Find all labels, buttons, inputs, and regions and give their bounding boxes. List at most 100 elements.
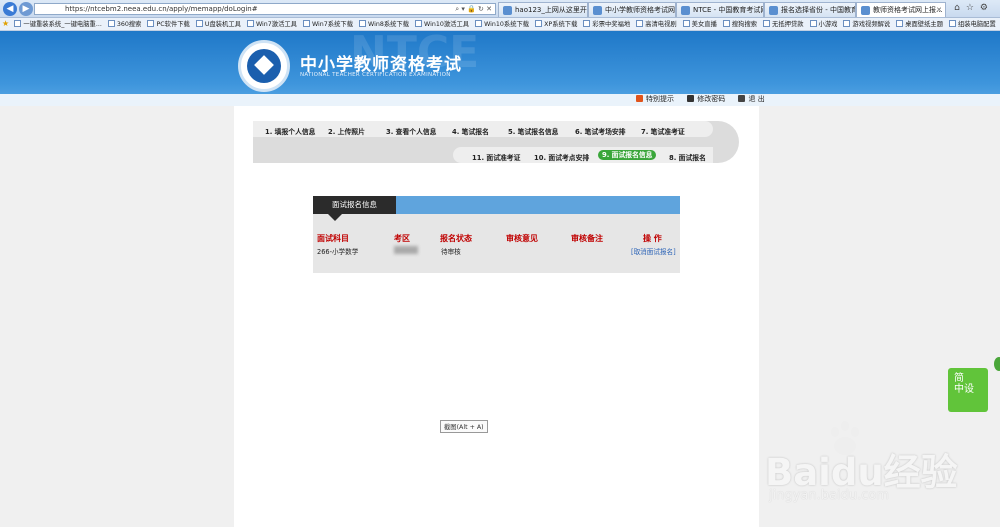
favorite-link[interactable]: 高清电视剧: [636, 18, 677, 30]
favorite-link[interactable]: 桌面壁纸主题: [896, 18, 943, 30]
panel-tab-pointer-icon: [328, 214, 342, 221]
tab-favicon-icon: [503, 6, 512, 15]
tips-label: 特别提示: [646, 95, 674, 103]
favorite-label: 组装电脑配置: [957, 21, 996, 28]
favorite-label: Win7激活工具: [255, 21, 297, 28]
logout-link[interactable]: 退 出: [738, 95, 765, 103]
page-icon: [14, 20, 22, 27]
tab-label: hao123_上网从这里开始: [515, 6, 588, 14]
address-tools-icon[interactable]: ⌕ ▾ 🔒 ↻ ✕: [455, 4, 492, 14]
page-icon: [415, 20, 423, 27]
favorite-link[interactable]: U盘装机工具: [195, 18, 241, 30]
tab-ntce[interactable]: NTCE - 中国教育考试网: [676, 2, 764, 17]
step-2[interactable]: 2. 上传照片: [328, 126, 365, 136]
address-bar[interactable]: https://ntcebm2.neea.edu.cn/apply/memapp…: [34, 3, 496, 15]
favorite-label: 游戏视频解说: [852, 21, 891, 28]
step-4[interactable]: 4. 笔试报名: [452, 126, 489, 136]
favorite-label: 高清电视剧: [645, 21, 677, 28]
page-icon: [147, 20, 155, 27]
alert-icon: [636, 95, 643, 102]
favorite-label: 彩票中奖福地: [592, 21, 631, 28]
favorite-label: Win10激活工具: [424, 21, 470, 28]
tab-apply[interactable]: 教师资格考试网上报... ✕: [856, 2, 946, 17]
page-icon: [948, 20, 956, 27]
favorite-link[interactable]: 无抵押贷款: [763, 18, 804, 30]
favorite-link[interactable]: 小游戏: [809, 18, 837, 30]
page-icon: [195, 20, 203, 27]
col-status: 报名状态: [440, 234, 472, 243]
tab-favicon-icon: [769, 6, 778, 15]
favorite-label: Win7系统下载: [311, 21, 353, 28]
screenshot-tooltip: 截图(Alt + A): [440, 420, 488, 433]
baidu-url: jingyan.baidu.com: [769, 488, 889, 503]
step-7[interactable]: 7. 笔试准考证: [641, 126, 685, 136]
site-header: NTCE 中小学教师资格考试 NATIONAL TEACHER CERTIFIC…: [0, 31, 1000, 106]
favorite-link[interactable]: 一键重装系统_一键电脑重...: [14, 18, 102, 30]
favorite-link[interactable]: Win10系统下载: [475, 18, 529, 30]
tab-label: 报名选择省份 - 中国教育...: [781, 6, 855, 14]
favorite-link[interactable]: Win7激活工具: [246, 18, 297, 30]
favorite-link[interactable]: 360搜索: [107, 18, 141, 30]
col-remark: 审核备注: [571, 234, 603, 243]
tab-hao123[interactable]: hao123_上网从这里开始: [498, 2, 588, 17]
cell-subject: 266-小学数学: [317, 248, 359, 256]
forward-button[interactable]: ▶: [19, 2, 33, 16]
tab-favicon-icon: [593, 6, 602, 15]
tab-label: 教师资格考试网上报...: [873, 6, 943, 14]
step-11[interactable]: 11. 面试准考证: [472, 152, 520, 162]
side-widget-line2: 中设: [954, 384, 974, 395]
step-8[interactable]: 8. 面试报名: [669, 152, 706, 162]
favorite-label: Win8系统下载: [368, 21, 410, 28]
favorite-link[interactable]: 游戏视频解说: [843, 18, 891, 30]
favorite-label: XP系统下载: [544, 21, 578, 28]
step-9-active[interactable]: 9. 面试报名信息: [598, 150, 657, 160]
page-icon: [682, 20, 690, 27]
password-link[interactable]: 修改密码: [687, 95, 725, 103]
favorites-bar: ★ 一键重装系统_一键电脑重... 360搜索 PC软件下载 U盘装机工具 Win7激活…: [0, 18, 1000, 31]
user-links: 特别提示 修改密码 退 出: [636, 94, 776, 104]
site-subtitle: NATIONAL TEACHER CERTIFICATION EXAMINATI…: [300, 72, 451, 78]
favorite-link[interactable]: XP系统下载: [535, 18, 578, 30]
page-icon: [722, 20, 730, 27]
step-1[interactable]: 1. 填报个人信息: [265, 126, 315, 136]
favorite-link[interactable]: PC软件下载: [147, 18, 190, 30]
page-icon: [583, 20, 591, 27]
tab-favicon-icon: [861, 6, 870, 15]
col-subject: 面试科目: [317, 234, 349, 243]
logout-label: 退 出: [748, 95, 765, 103]
side-widget[interactable]: 简中设: [948, 368, 988, 412]
favorite-link[interactable]: Win7系统下载: [302, 18, 353, 30]
favorite-link[interactable]: 组装电脑配置: [948, 18, 996, 30]
step-6[interactable]: 6. 笔试考场安排: [575, 126, 625, 136]
close-tab-icon[interactable]: ✕: [936, 3, 942, 17]
cancel-interview-link[interactable]: [取消面试报名]: [631, 246, 676, 256]
page-icon: [763, 20, 771, 27]
favorite-link[interactable]: Win10激活工具: [415, 18, 470, 30]
col-action: 操 作: [643, 234, 662, 243]
page-icon: [107, 20, 115, 27]
page-icon: [246, 20, 254, 27]
favorite-link[interactable]: Win8系统下载: [359, 18, 410, 30]
step-10[interactable]: 10. 面试考点安排: [534, 152, 589, 162]
side-widget-line1: 简: [954, 373, 964, 384]
favorite-label: 搜狗搜索: [731, 21, 758, 28]
back-button[interactable]: ◀: [3, 2, 17, 16]
browser-toolbar-icons[interactable]: ⌂☆⚙: [954, 3, 994, 13]
tab-ntce-site[interactable]: 中小学教师资格考试网 ...: [588, 2, 676, 17]
password-label: 修改密码: [697, 95, 726, 103]
baidu-watermark: Baidu经验 jingyan.baidu.com: [765, 420, 995, 525]
favorite-link[interactable]: 搜狗搜索: [722, 18, 758, 30]
header-lower-band: [0, 94, 1000, 106]
tips-link[interactable]: 特别提示: [636, 95, 674, 103]
favorite-link[interactable]: 美女直播: [682, 18, 717, 30]
tab-label: 中小学教师资格考试网 ...: [605, 6, 675, 14]
edge-float-button[interactable]: [994, 357, 1000, 371]
step-3[interactable]: 3. 查看个人信息: [386, 126, 436, 136]
page-icon: [896, 20, 904, 27]
main-content: [234, 106, 759, 527]
favorites-star-icon[interactable]: ★: [2, 19, 9, 28]
tab-province[interactable]: 报名选择省份 - 中国教育...: [764, 2, 856, 17]
step-5[interactable]: 5. 笔试报名信息: [508, 126, 558, 136]
favorite-label: 无抵押贷款: [772, 21, 804, 28]
favorite-link[interactable]: 彩票中奖福地: [583, 18, 631, 30]
